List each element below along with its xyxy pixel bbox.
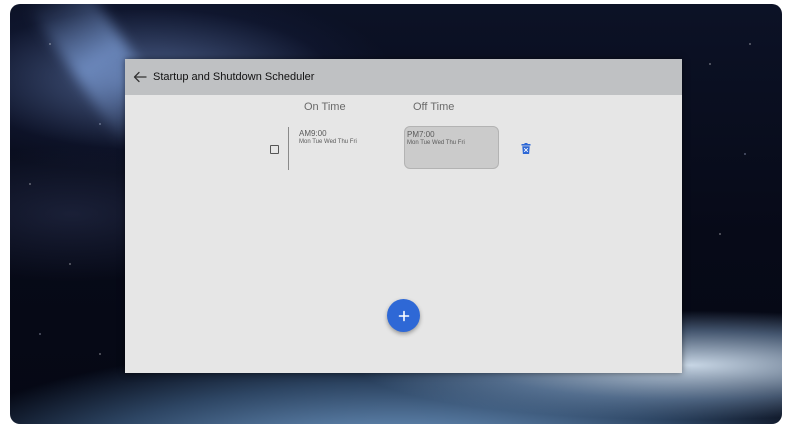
add-schedule-button[interactable]: [387, 299, 420, 332]
on-time-cell[interactable]: AM9:00 Mon Tue Wed Thu Fri: [299, 129, 389, 167]
on-time-value: AM9:00: [299, 129, 327, 138]
arrow-left-icon: [133, 71, 147, 83]
row-divider: [288, 127, 289, 170]
schedule-row-checkbox[interactable]: [270, 145, 279, 154]
on-time-column-header: On Time: [304, 101, 346, 113]
delete-schedule-button[interactable]: [520, 142, 532, 155]
trash-icon: [521, 143, 531, 154]
on-time-days: Mon Tue Wed Thu Fri: [299, 139, 357, 145]
off-time-column-header: Off Time: [413, 101, 455, 113]
plus-icon: [398, 310, 409, 321]
scheduler-window: Startup and Shutdown Scheduler On Time O…: [125, 59, 682, 373]
off-time-cell[interactable]: PM7:00 Mon Tue Wed Thu Fri: [404, 126, 499, 169]
app-bar: Startup and Shutdown Scheduler: [125, 59, 682, 95]
off-time-value: PM7:00: [407, 130, 435, 139]
page-title: Startup and Shutdown Scheduler: [153, 71, 315, 83]
back-button[interactable]: [127, 64, 153, 90]
off-time-days: Mon Tue Wed Thu Fri: [407, 140, 465, 146]
